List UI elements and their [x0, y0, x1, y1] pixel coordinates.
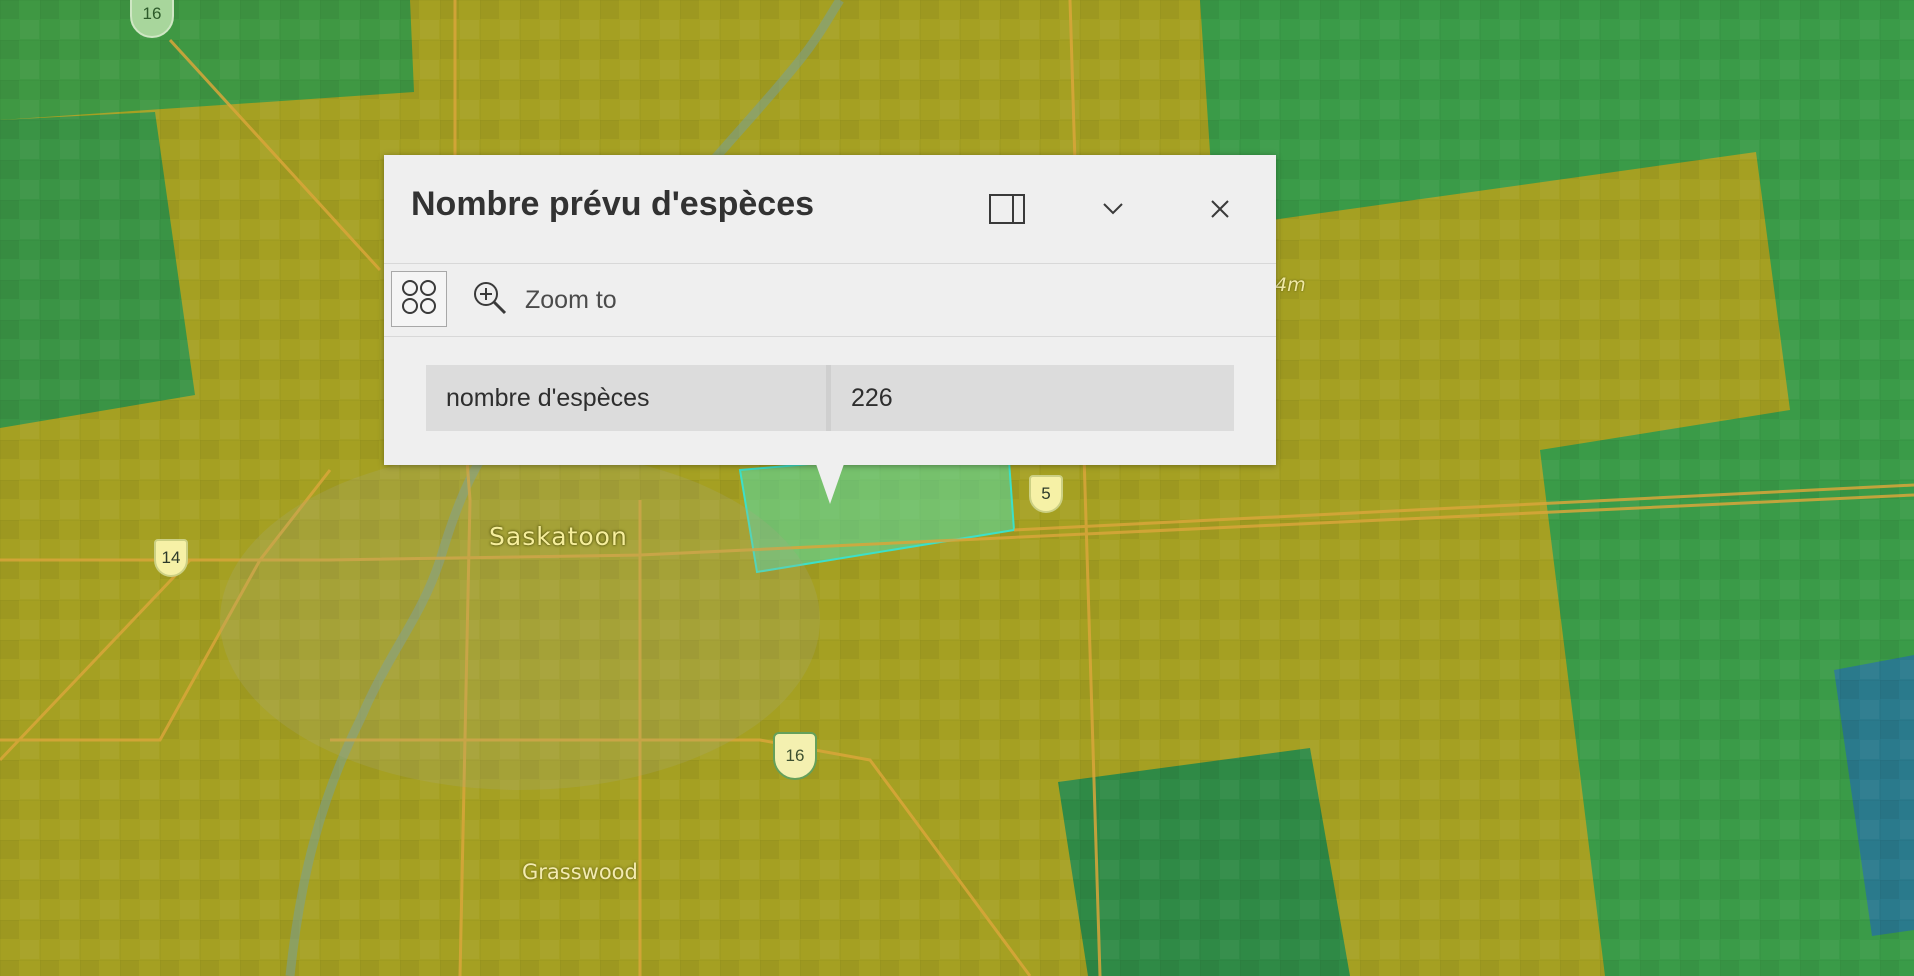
close-icon — [1210, 199, 1230, 224]
popup-action-bar: Zoom to — [384, 263, 1276, 337]
attribute-field-name: nombre d'espèces — [426, 365, 831, 431]
chevron-down-icon — [1102, 202, 1124, 221]
close-button[interactable] — [1198, 189, 1242, 233]
grid-circles-icon — [400, 278, 438, 321]
route-shield: 14 — [154, 539, 188, 577]
zoom-to-button[interactable]: Zoom to — [472, 280, 617, 320]
magnifier-plus-icon — [472, 280, 508, 321]
popup-title: Nombre prévu d'espèces — [411, 185, 815, 223]
place-label-grasswood: Grasswood — [522, 860, 638, 884]
route-shield: 16 — [773, 732, 817, 780]
urban-area — [220, 450, 820, 790]
feature-popup: Nombre prévu d'espèces Zoom to nombre d'… — [384, 155, 1276, 465]
dock-button[interactable] — [985, 189, 1029, 233]
popup-pointer — [816, 464, 844, 504]
popup-header: Nombre prévu d'espèces — [384, 155, 1276, 264]
attribute-table-row: nombre d'espèces 226 — [426, 365, 1234, 431]
dock-side-icon — [989, 193, 1025, 229]
actions-menu-button[interactable] — [391, 271, 447, 327]
zoom-to-label: Zoom to — [525, 285, 617, 314]
attribute-field-value: 226 — [831, 365, 1234, 431]
map-canvas[interactable] — [0, 0, 1914, 976]
collapse-button[interactable] — [1091, 189, 1135, 233]
route-shield: 5 — [1029, 475, 1063, 513]
city-label-saskatoon: Saskatoon — [489, 522, 628, 551]
map-scale-fragment: 4m — [1275, 274, 1306, 296]
